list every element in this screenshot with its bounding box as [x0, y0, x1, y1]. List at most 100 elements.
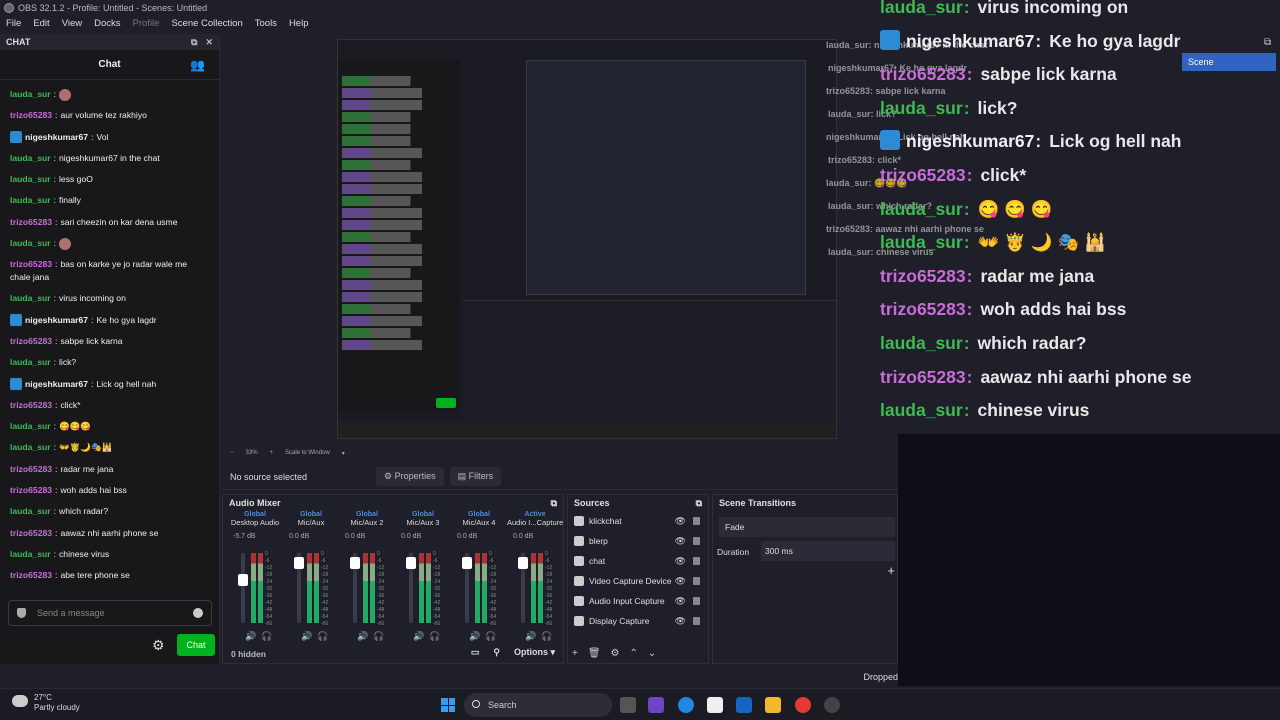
- menu-docks[interactable]: Docks: [88, 16, 126, 32]
- monitor-icon[interactable]: 🎧: [541, 631, 552, 642]
- monitor-icon[interactable]: 🎧: [485, 631, 496, 642]
- edge-icon[interactable]: [678, 697, 694, 713]
- menu-edit[interactable]: Edit: [27, 16, 55, 32]
- menu-view[interactable]: View: [56, 16, 88, 32]
- move-up-icon[interactable]: ⌃: [630, 648, 638, 659]
- visibility-icon[interactable]: 👁: [675, 556, 686, 567]
- speaker-icon[interactable]: 🔊: [357, 631, 368, 642]
- speaker-icon[interactable]: 🔊: [525, 631, 536, 642]
- menu-help[interactable]: Help: [283, 16, 315, 32]
- file-explorer-icon[interactable]: [765, 697, 781, 713]
- chat-username[interactable]: lauda_sur: [10, 84, 51, 105]
- taskbar-search[interactable]: Search: [464, 693, 612, 717]
- chat-username[interactable]: nigeshkumar67: [25, 127, 88, 148]
- fader-knob[interactable]: [462, 557, 472, 569]
- preview-canvas[interactable]: [222, 34, 898, 444]
- menu-file[interactable]: File: [0, 16, 27, 32]
- scene-panel-toggle-icon[interactable]: ⧉: [1264, 37, 1271, 48]
- speaker-icon[interactable]: 🔊: [413, 631, 424, 642]
- fader-knob[interactable]: [518, 557, 528, 569]
- lock-icon[interactable]: [693, 597, 700, 605]
- menu-profile[interactable]: Profile: [127, 16, 166, 32]
- monitor-icon[interactable]: 🎧: [373, 631, 384, 642]
- transition-select[interactable]: Fade: [719, 517, 895, 537]
- float-dock-icon[interactable]: ⧉: [191, 37, 197, 48]
- source-item[interactable]: Video Capture Device 👁: [568, 571, 708, 591]
- chat-username[interactable]: lauda_sur: [10, 416, 51, 437]
- visibility-icon[interactable]: 👁: [675, 576, 686, 587]
- chat-username[interactable]: nigeshkumar67: [25, 374, 88, 395]
- monitor-icon[interactable]: 🎧: [317, 631, 328, 642]
- fader-knob[interactable]: [406, 557, 416, 569]
- weather-widget[interactable]: 27°C Partly cloudy: [12, 693, 80, 713]
- start-button[interactable]: [441, 698, 455, 712]
- fader-knob[interactable]: [238, 574, 248, 586]
- chat-username[interactable]: lauda_sur: [10, 352, 51, 373]
- volume-fader[interactable]: [294, 553, 304, 623]
- chat-send-button[interactable]: Chat: [177, 634, 215, 656]
- add-transition-icon[interactable]: +: [887, 563, 895, 578]
- lock-icon[interactable]: [693, 537, 700, 545]
- add-source-icon[interactable]: +: [572, 648, 578, 659]
- chat-username[interactable]: lauda_sur: [10, 544, 51, 565]
- volume-fader[interactable]: [518, 553, 528, 623]
- menu-scene-collection[interactable]: Scene Collection: [165, 16, 248, 32]
- speaker-icon[interactable]: 🔊: [245, 631, 256, 642]
- teams-icon[interactable]: [648, 697, 664, 713]
- scene-list-item[interactable]: Scene: [1182, 53, 1276, 71]
- source-settings-icon[interactable]: ⚙: [611, 648, 620, 659]
- mixer-link-icon[interactable]: ⚲: [493, 647, 500, 658]
- volume-fader[interactable]: [462, 553, 472, 623]
- volume-fader[interactable]: [238, 553, 248, 623]
- source-item[interactable]: Audio Input Capture 👁: [568, 591, 708, 611]
- chat-username[interactable]: lauda_sur: [10, 501, 51, 522]
- zoom-in-button[interactable]: +: [270, 450, 274, 456]
- chat-username[interactable]: lauda_sur: [10, 190, 51, 211]
- channel-name[interactable]: Desktop Audio: [227, 518, 283, 527]
- chevron-down-icon[interactable]: ▾: [342, 450, 345, 457]
- channel-name[interactable]: Mic/Aux 2: [339, 518, 395, 527]
- chat-username[interactable]: lauda_sur: [10, 437, 51, 458]
- users-icon[interactable]: 👥: [190, 58, 205, 72]
- chat-input[interactable]: Send a message: [8, 600, 212, 626]
- chat-username[interactable]: trizo65283: [10, 212, 52, 233]
- panel-menu-icon[interactable]: ⧉: [551, 498, 557, 509]
- chrome-icon[interactable]: [795, 697, 811, 713]
- monitor-icon[interactable]: 🎧: [429, 631, 440, 642]
- task-view-icon[interactable]: [620, 697, 636, 713]
- fader-knob[interactable]: [294, 557, 304, 569]
- duration-input[interactable]: 300 ms: [761, 541, 895, 561]
- chat-username[interactable]: trizo65283: [10, 459, 52, 480]
- shield-icon[interactable]: [17, 608, 26, 618]
- lock-icon[interactable]: [693, 517, 700, 525]
- chat-username[interactable]: lauda_sur: [10, 148, 51, 169]
- channel-name[interactable]: Mic/Aux 3: [395, 518, 451, 527]
- store-icon[interactable]: [707, 697, 723, 713]
- menu-tools[interactable]: Tools: [249, 16, 283, 32]
- fader-knob[interactable]: [350, 557, 360, 569]
- source-item[interactable]: chat 👁: [568, 551, 708, 571]
- source-item[interactable]: blerp 👁: [568, 531, 708, 551]
- emote-picker-icon[interactable]: [193, 608, 203, 618]
- zoom-mode[interactable]: Scale to Window: [285, 450, 330, 456]
- chat-username[interactable]: lauda_sur: [10, 169, 51, 190]
- chat-username[interactable]: lauda_sur: [10, 288, 51, 309]
- lock-icon[interactable]: [693, 617, 700, 625]
- remove-source-icon[interactable]: 🗑: [588, 648, 601, 659]
- lock-icon[interactable]: [693, 557, 700, 565]
- monitor-icon[interactable]: 🎧: [261, 631, 272, 642]
- mail-icon[interactable]: [736, 697, 752, 713]
- volume-fader[interactable]: [350, 553, 360, 623]
- zoom-out-button[interactable]: −: [230, 450, 234, 456]
- chat-username[interactable]: trizo65283: [10, 395, 52, 416]
- visibility-icon[interactable]: 👁: [675, 536, 686, 547]
- move-down-icon[interactable]: ⌄: [648, 648, 656, 659]
- speaker-icon[interactable]: 🔊: [469, 631, 480, 642]
- panel-menu-icon[interactable]: ⧉: [696, 498, 702, 509]
- chat-username[interactable]: nigeshkumar67: [25, 310, 88, 331]
- obs-taskbar-icon[interactable]: [824, 697, 840, 713]
- source-item[interactable]: Display Capture 👁: [568, 611, 708, 631]
- gear-icon[interactable]: ⚙: [152, 638, 166, 652]
- lock-icon[interactable]: [693, 577, 700, 585]
- mixer-layout-icon[interactable]: ▭: [471, 647, 480, 658]
